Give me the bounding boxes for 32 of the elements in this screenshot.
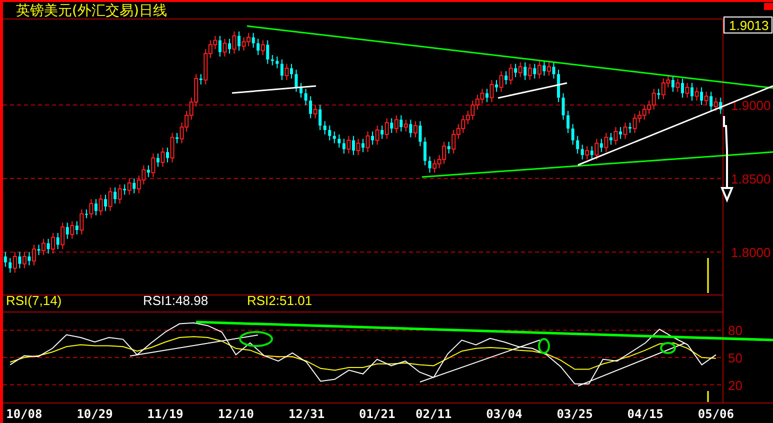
date-label: 02/11: [416, 407, 452, 421]
candlestick: [562, 92, 565, 120]
price-axis-label: 1.8500: [731, 172, 771, 187]
date-label: 12/31: [288, 407, 325, 421]
price-axis-label: 1.8000: [731, 245, 771, 260]
current-price-label: 1.9013: [729, 18, 769, 33]
candlestick: [294, 69, 298, 92]
date-label: 12/10: [218, 407, 254, 421]
date-label: 01/21: [359, 407, 396, 421]
cursor-line: [707, 391, 709, 402]
candlestick: [557, 69, 560, 103]
highlight-ellipse: [239, 331, 273, 347]
highlight-ellipse: [538, 338, 550, 354]
cursor-line: [707, 258, 709, 293]
rsi-axis-label: 50: [728, 350, 742, 366]
date-label: 04/15: [627, 407, 664, 421]
rsi-axis-label: 80: [728, 323, 742, 338]
candlestick: [4, 252, 7, 268]
rsi1-value: RSI1:48.98: [143, 293, 208, 308]
highlight-ellipse: [660, 342, 676, 354]
corner-marker: [764, 3, 773, 10]
date-label: 10/29: [76, 407, 113, 421]
date-label: 03/25: [556, 407, 593, 421]
date-label: 05/06: [698, 407, 734, 421]
rsi-axis-label: 20: [728, 378, 742, 393]
indicator-name: RSI(7,14): [6, 293, 62, 308]
chart-title: 英镑美元(外汇交易)日线: [16, 3, 167, 19]
price-axis-label: 1.9000: [731, 98, 771, 114]
date-label: 03/04: [486, 407, 522, 421]
date-label: 10/08: [6, 407, 42, 421]
rsi2-value: RSI2:51.01: [247, 293, 312, 308]
date-label: 11/19: [147, 407, 184, 421]
